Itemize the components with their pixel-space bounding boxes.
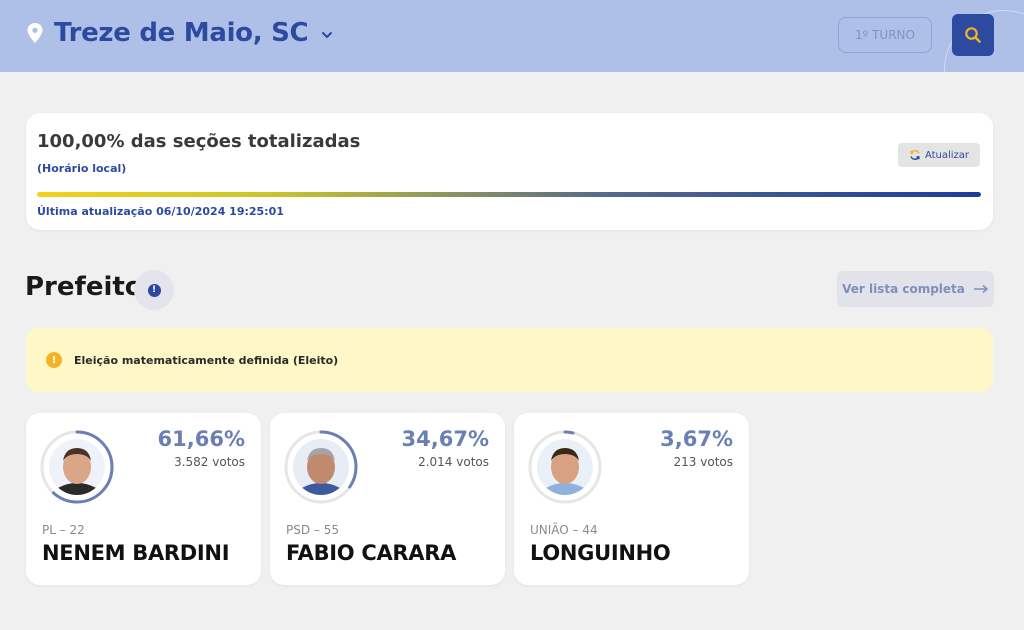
info-icon: ! xyxy=(147,283,161,297)
arrow-right-icon xyxy=(973,284,989,294)
turno-button[interactable]: 1º TURNO xyxy=(838,17,932,53)
candidate-votes: 3.582 votos xyxy=(174,455,245,469)
totalization-card: 100,00% das seções totalizadas (Horário … xyxy=(26,113,993,230)
refresh-icon xyxy=(910,150,920,160)
refresh-button[interactable]: Atualizar xyxy=(898,143,980,167)
map-pin-icon xyxy=(27,23,43,43)
alert-text: Eleição matematicamente definida (Eleito… xyxy=(74,353,339,367)
refresh-label: Atualizar xyxy=(924,149,970,161)
city-name: Treze de Maio, SC xyxy=(54,18,309,48)
candidate-photo xyxy=(293,439,349,495)
candidate-photo xyxy=(49,439,105,495)
election-defined-alert: ! Eleição matematicamente definida (Elei… xyxy=(26,328,993,392)
see-full-list-label: Ver lista completa xyxy=(842,282,965,296)
candidate-party: PL – 22 xyxy=(42,523,85,537)
candidate-percent: 61,66% xyxy=(157,427,245,451)
chevron-down-icon xyxy=(322,32,333,38)
candidate-card[interactable]: 61,66% 3.582 votos PL – 22 NENEM BARDINI xyxy=(26,413,261,585)
last-update-text: Última atualização 06/10/2024 19:25:01 xyxy=(37,205,284,218)
candidate-name: LONGUINHO xyxy=(530,541,671,565)
candidate-percent: 34,67% xyxy=(401,427,489,451)
progress-fill xyxy=(37,192,981,197)
candidate-party: UNIÃO – 44 xyxy=(530,523,598,537)
candidate-votes: 2.014 votos xyxy=(418,455,489,469)
candidate-percent: 3,67% xyxy=(660,427,733,451)
candidate-votes: 213 votos xyxy=(673,455,733,469)
local-time-label: (Horário local) xyxy=(37,162,127,175)
candidate-name: FABIO CARARA xyxy=(286,541,457,565)
see-full-list-button[interactable]: Ver lista completa xyxy=(837,271,994,307)
search-button[interactable] xyxy=(952,14,994,56)
candidate-photo xyxy=(537,439,593,495)
sections-totalized-text: 100,00% das seções totalizadas xyxy=(37,131,361,152)
header-bar: Treze de Maio, SC 1º TURNO xyxy=(0,0,1024,72)
candidate-name: NENEM BARDINI xyxy=(42,541,230,565)
search-icon xyxy=(965,27,981,43)
progress-bar xyxy=(37,192,981,197)
section-title: Prefeito xyxy=(25,272,143,302)
candidate-party: PSD – 55 xyxy=(286,523,339,537)
candidate-card[interactable]: 3,67% 213 votos UNIÃO – 44 LONGUINHO xyxy=(514,413,749,585)
info-button[interactable]: ! xyxy=(134,270,174,310)
warning-icon: ! xyxy=(46,352,62,368)
city-selector[interactable]: Treze de Maio, SC xyxy=(26,18,334,48)
candidate-card[interactable]: 34,67% 2.014 votos PSD – 55 FABIO CARARA xyxy=(270,413,505,585)
